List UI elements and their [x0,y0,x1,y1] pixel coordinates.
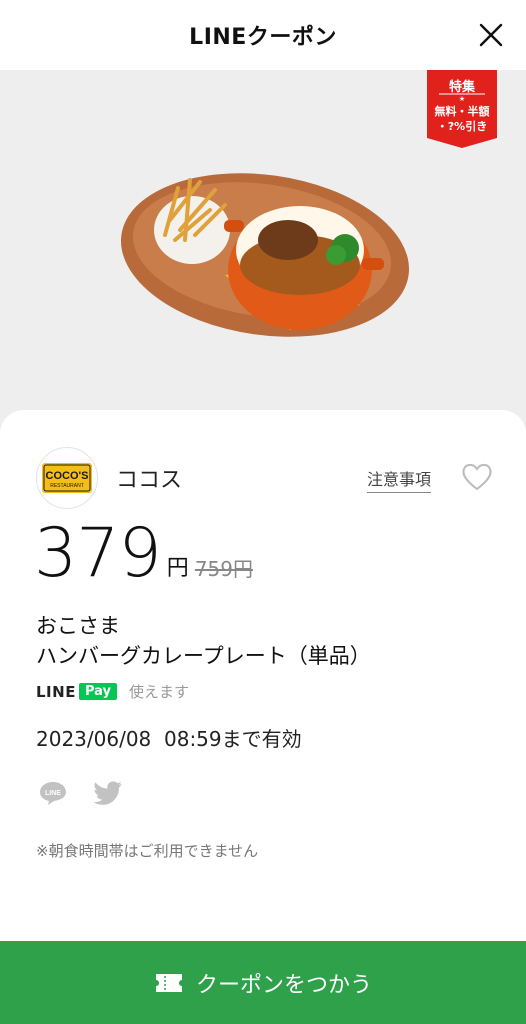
close-icon[interactable] [476,20,506,50]
discount-price: 379 [34,514,162,593]
notes-link[interactable]: 注意事項 [367,466,432,493]
original-price: 759円 [194,557,253,581]
favorite-heart-icon[interactable] [460,460,494,494]
brand-name: ココス [116,468,183,493]
product-title-line2: ハンバーグカレープレート（単品） [36,644,371,668]
app-header: LINEクーポン [0,0,526,70]
logo-text-bottom: RESTAURANT [50,483,84,489]
usage-note: ※朝食時間帯はご利用できません [36,842,259,860]
use-coupon-label: クーポンをつかう [195,972,372,998]
price-row: 379 円 759円 [34,520,253,588]
line-pay-row: LINE Pay 使えます [36,681,189,702]
ticket-icon [155,973,182,992]
page-title: LINEクーポン [189,25,337,50]
line-pay-usable: 使えます [128,683,189,701]
line-pay-logo-line: LINE [36,682,76,701]
badge-line3: ・?%引き [436,120,488,133]
badge-star: ★ [458,95,466,103]
product-title-line1: おこさま [36,614,120,638]
line-share-icon[interactable]: LINE [38,778,68,808]
use-coupon-button[interactable]: クーポンをつかう [0,941,526,1024]
badge-title: 特集 [448,80,475,95]
badge-line2: 無料・半額 [434,105,490,118]
expiry-date: 2023/06/08 08:59まで有効 [36,727,302,751]
line-pay-logo-pay: Pay [78,683,117,700]
price-unit: 円 [166,556,189,581]
line-share-label: LINE [45,790,61,797]
logo-text-top: COCO'S [46,470,89,482]
brand-logo: COCO'S RESTAURANT [36,447,98,509]
twitter-share-icon[interactable] [92,778,124,808]
